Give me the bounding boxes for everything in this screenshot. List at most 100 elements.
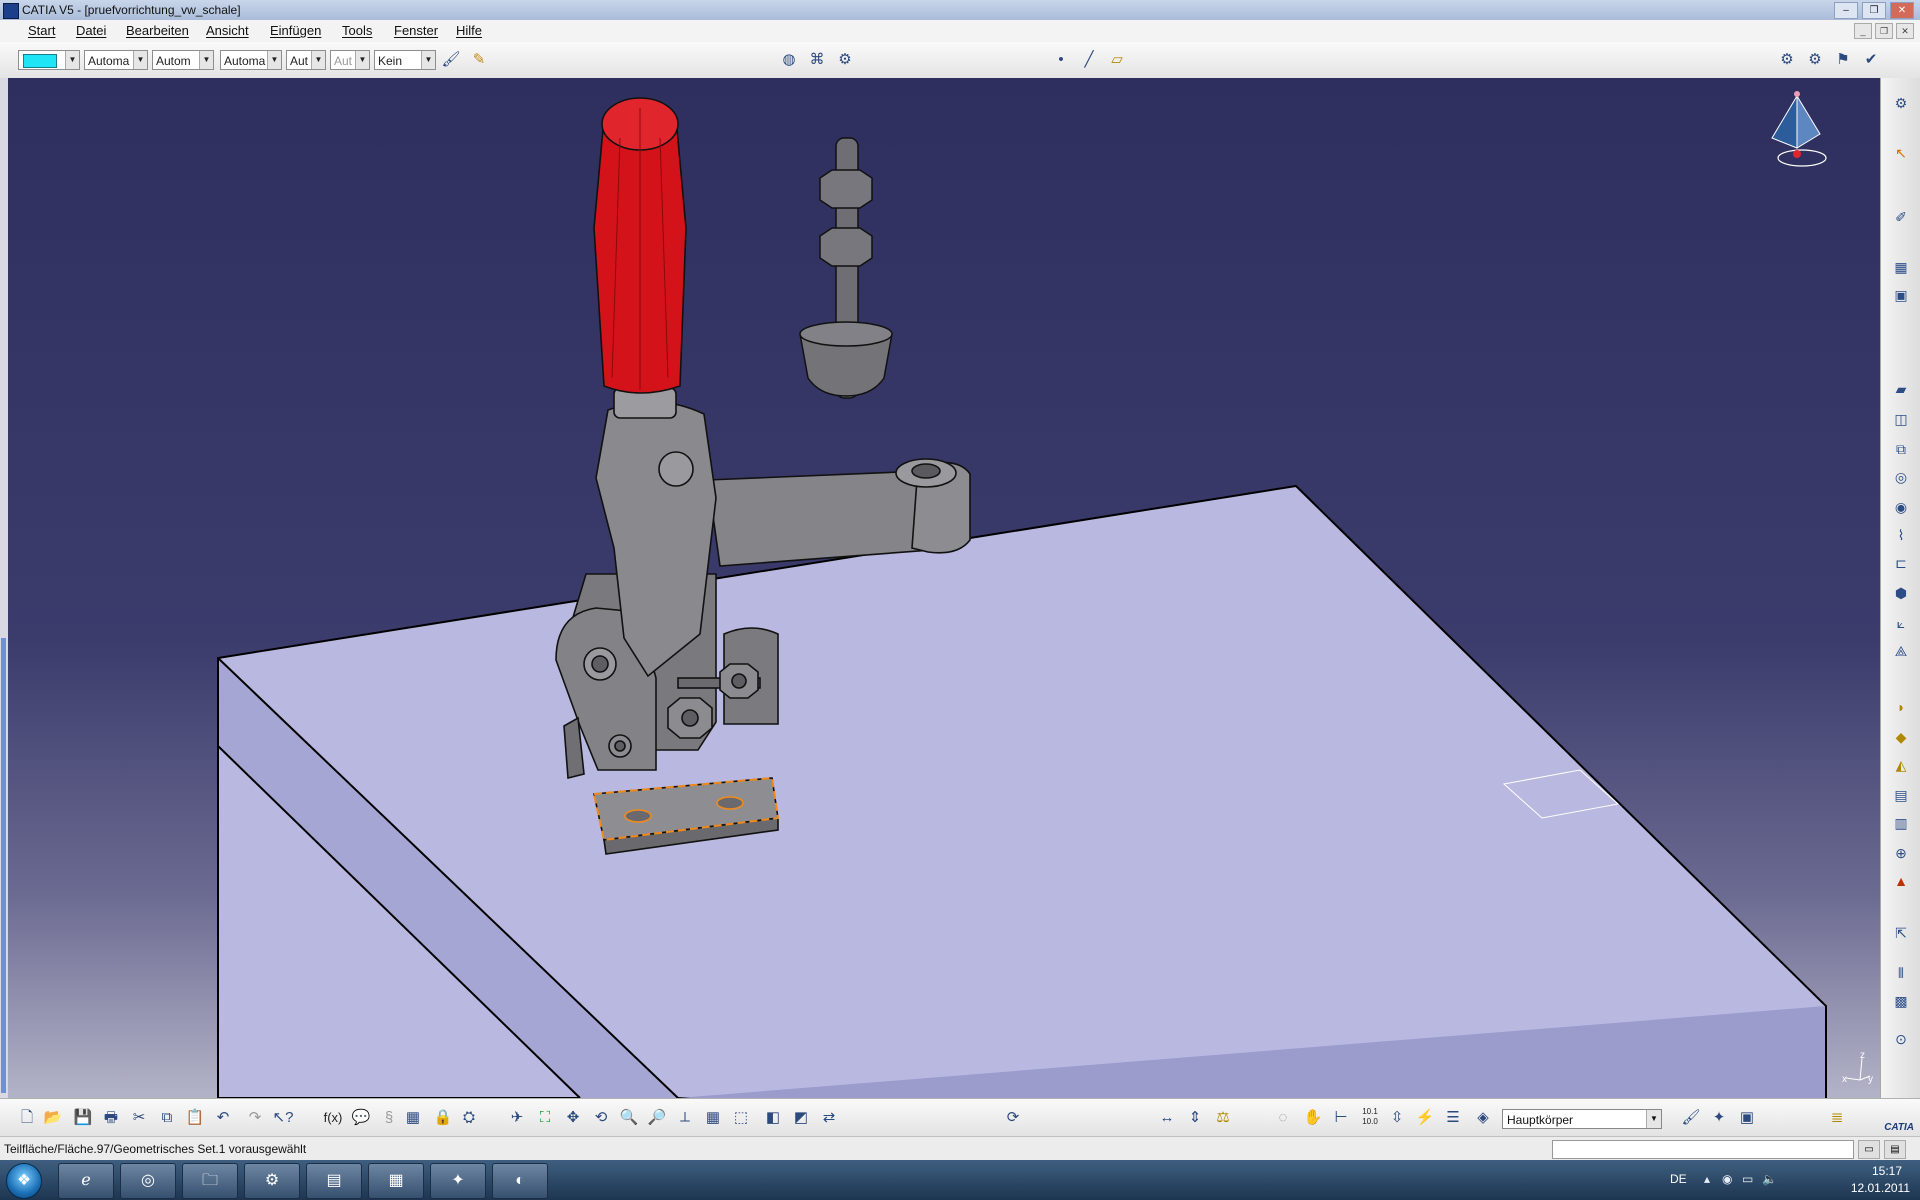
- pan-icon[interactable]: ✥: [562, 1107, 584, 1129]
- tray-volume-icon[interactable]: 🔈: [1762, 1172, 1777, 1186]
- cut-icon[interactable]: ✂: [128, 1107, 150, 1129]
- status-btn-2[interactable]: ▤: [1884, 1140, 1906, 1159]
- tray-expand-icon[interactable]: ▴: [1704, 1172, 1710, 1186]
- painter-icon[interactable]: 🖌: [440, 49, 462, 71]
- slot-icon[interactable]: ⊏: [1890, 552, 1912, 574]
- taskbar-media[interactable]: ◎: [120, 1163, 176, 1199]
- constraint-icon[interactable]: ◌: [1272, 1107, 1294, 1129]
- measure-item-icon[interactable]: ⇕: [1184, 1107, 1206, 1129]
- color-combo[interactable]: ▼: [18, 50, 80, 70]
- remove-face-icon[interactable]: ▲: [1890, 870, 1912, 892]
- taskbar-app5[interactable]: ▤: [306, 1163, 362, 1199]
- scrollbar-thumb[interactable]: [1, 638, 6, 1093]
- knowledge-icon[interactable]: §: [378, 1107, 400, 1129]
- thread-icon[interactable]: ⊕: [1890, 842, 1912, 864]
- menu-hilfe[interactable]: Hilfe: [456, 23, 482, 38]
- plane-icon[interactable]: ▱: [1106, 49, 1128, 71]
- formula-icon[interactable]: f(x): [320, 1107, 346, 1129]
- catia-app-icon[interactable]: [3, 3, 19, 19]
- zoom-out-icon[interactable]: 🔎: [646, 1107, 668, 1129]
- comment-icon[interactable]: 💬: [350, 1107, 372, 1129]
- clock-date[interactable]: 12.01.2011: [1851, 1181, 1910, 1195]
- menu-fenster[interactable]: Fenster: [394, 23, 438, 38]
- select-arrow-icon[interactable]: ↖: [1890, 142, 1912, 164]
- copy-icon[interactable]: ⧉: [156, 1107, 178, 1129]
- menu-bearbeiten[interactable]: Bearbeiten: [126, 23, 189, 38]
- sketch-icon[interactable]: ✐: [1890, 206, 1912, 228]
- workbench-gear-icon[interactable]: ⚙: [1890, 92, 1912, 114]
- clamp-handle-red[interactable]: [593, 97, 687, 394]
- menu-start[interactable]: Start: [28, 23, 55, 38]
- scale-icon[interactable]: ⊙: [1890, 1028, 1912, 1050]
- iso-view-icon[interactable]: ⬚: [730, 1107, 752, 1129]
- lock-icon[interactable]: 🔒: [432, 1107, 454, 1129]
- constraint2-icon[interactable]: ✋: [1302, 1107, 1324, 1129]
- chamfer-icon[interactable]: ◆: [1890, 726, 1912, 748]
- compass-icon[interactable]: [1762, 88, 1832, 178]
- apply-material-icon[interactable]: 🖌: [1680, 1107, 1702, 1129]
- render-icon[interactable]: ✦: [1708, 1107, 1730, 1129]
- update-icon[interactable]: ⟳: [1002, 1107, 1024, 1129]
- body-icon[interactable]: ◈: [1472, 1107, 1494, 1129]
- table-icon[interactable]: ▦: [402, 1107, 424, 1129]
- layers-icon[interactable]: ≣: [1826, 1107, 1848, 1129]
- tray-monitor-icon[interactable]: ▭: [1742, 1172, 1753, 1186]
- shading-icon[interactable]: ◧: [762, 1107, 784, 1129]
- doc-close-icon[interactable]: ✕: [1896, 23, 1914, 39]
- removed-section-icon[interactable]: ⟁: [1890, 640, 1912, 662]
- doc-restore-icon[interactable]: ❐: [1875, 23, 1893, 39]
- taskbar-catia[interactable]: ✦: [430, 1163, 486, 1199]
- point-icon[interactable]: •: [1050, 49, 1072, 71]
- line-icon[interactable]: ╱: [1078, 49, 1100, 71]
- web-globe-icon[interactable]: ◍: [778, 49, 800, 71]
- thickness-combo[interactable]: Autom ▼: [152, 50, 214, 70]
- status-btn-1[interactable]: ▭: [1858, 1140, 1880, 1159]
- solid-icon[interactable]: ⬢: [1890, 582, 1912, 604]
- fly-mode-icon[interactable]: ✈: [506, 1107, 528, 1129]
- measure-dims-icon[interactable]: 10.1 10.0: [1356, 1107, 1384, 1129]
- taskbar-firefox[interactable]: ◐: [492, 1163, 548, 1199]
- 3d-scene[interactable]: [8, 78, 1880, 1098]
- menu-tools[interactable]: Tools: [342, 23, 372, 38]
- tool-icon-4[interactable]: ▣: [1890, 284, 1912, 306]
- pocket-icon[interactable]: ◫: [1890, 408, 1912, 430]
- gears-icon[interactable]: ⚙: [1804, 49, 1826, 71]
- fillet-icon[interactable]: ◗: [1890, 696, 1912, 718]
- restore-icon[interactable]: ❐: [1862, 2, 1886, 19]
- multi-view-icon[interactable]: ▦: [702, 1107, 724, 1129]
- close-icon[interactable]: ✕: [1890, 2, 1914, 19]
- layer-combo[interactable]: Aut ▼: [286, 50, 326, 70]
- rib-icon[interactable]: ⌇: [1890, 524, 1912, 546]
- catalog-icon[interactable]: ⛭: [458, 1107, 480, 1129]
- zoom-in-icon[interactable]: 🔍: [618, 1107, 640, 1129]
- save-icon[interactable]: 💾: [72, 1107, 94, 1129]
- whats-this-icon[interactable]: ↖?: [272, 1107, 294, 1129]
- taskbar-settings[interactable]: ⚙: [244, 1163, 300, 1199]
- undo-icon[interactable]: ↶: [212, 1107, 234, 1129]
- taskbar-app6[interactable]: ▦: [368, 1163, 424, 1199]
- start-button[interactable]: ❖: [6, 1163, 42, 1199]
- redo-icon[interactable]: ↷: [244, 1107, 266, 1129]
- axis-system-icon[interactable]: ⊢: [1330, 1107, 1352, 1129]
- swap-space-icon[interactable]: ⇄: [818, 1107, 840, 1129]
- pressure-spindle[interactable]: [799, 137, 893, 399]
- hide-show-icon[interactable]: ◩: [790, 1107, 812, 1129]
- rotate-icon[interactable]: ⟲: [590, 1107, 612, 1129]
- rule-icon[interactable]: ⚑: [1832, 49, 1854, 71]
- tray-network-icon[interactable]: ◉: [1722, 1172, 1732, 1186]
- minimize-icon[interactable]: –: [1834, 2, 1858, 19]
- base-plate[interactable]: [217, 484, 1827, 1098]
- tree-icon[interactable]: ⚙: [834, 49, 856, 71]
- part-body-selector[interactable]: Hauptkörper ▼: [1502, 1109, 1662, 1129]
- language-indicator[interactable]: DE: [1670, 1172, 1687, 1186]
- mass-icon[interactable]: ⚖: [1212, 1107, 1234, 1129]
- menu-ansicht[interactable]: Ansicht: [206, 23, 249, 38]
- fit-all-icon[interactable]: ⛶: [534, 1107, 556, 1129]
- properties-icon[interactable]: ✎: [468, 49, 490, 71]
- hierarchy-icon[interactable]: ⌘: [806, 49, 828, 71]
- menu-datei[interactable]: Datei: [76, 23, 106, 38]
- measure-between-icon[interactable]: ↔: [1156, 1107, 1178, 1129]
- multi-section-icon[interactable]: ⟀: [1890, 612, 1912, 634]
- paste-icon[interactable]: 📋: [184, 1107, 206, 1129]
- layer2-combo[interactable]: Aut ▼: [330, 50, 370, 70]
